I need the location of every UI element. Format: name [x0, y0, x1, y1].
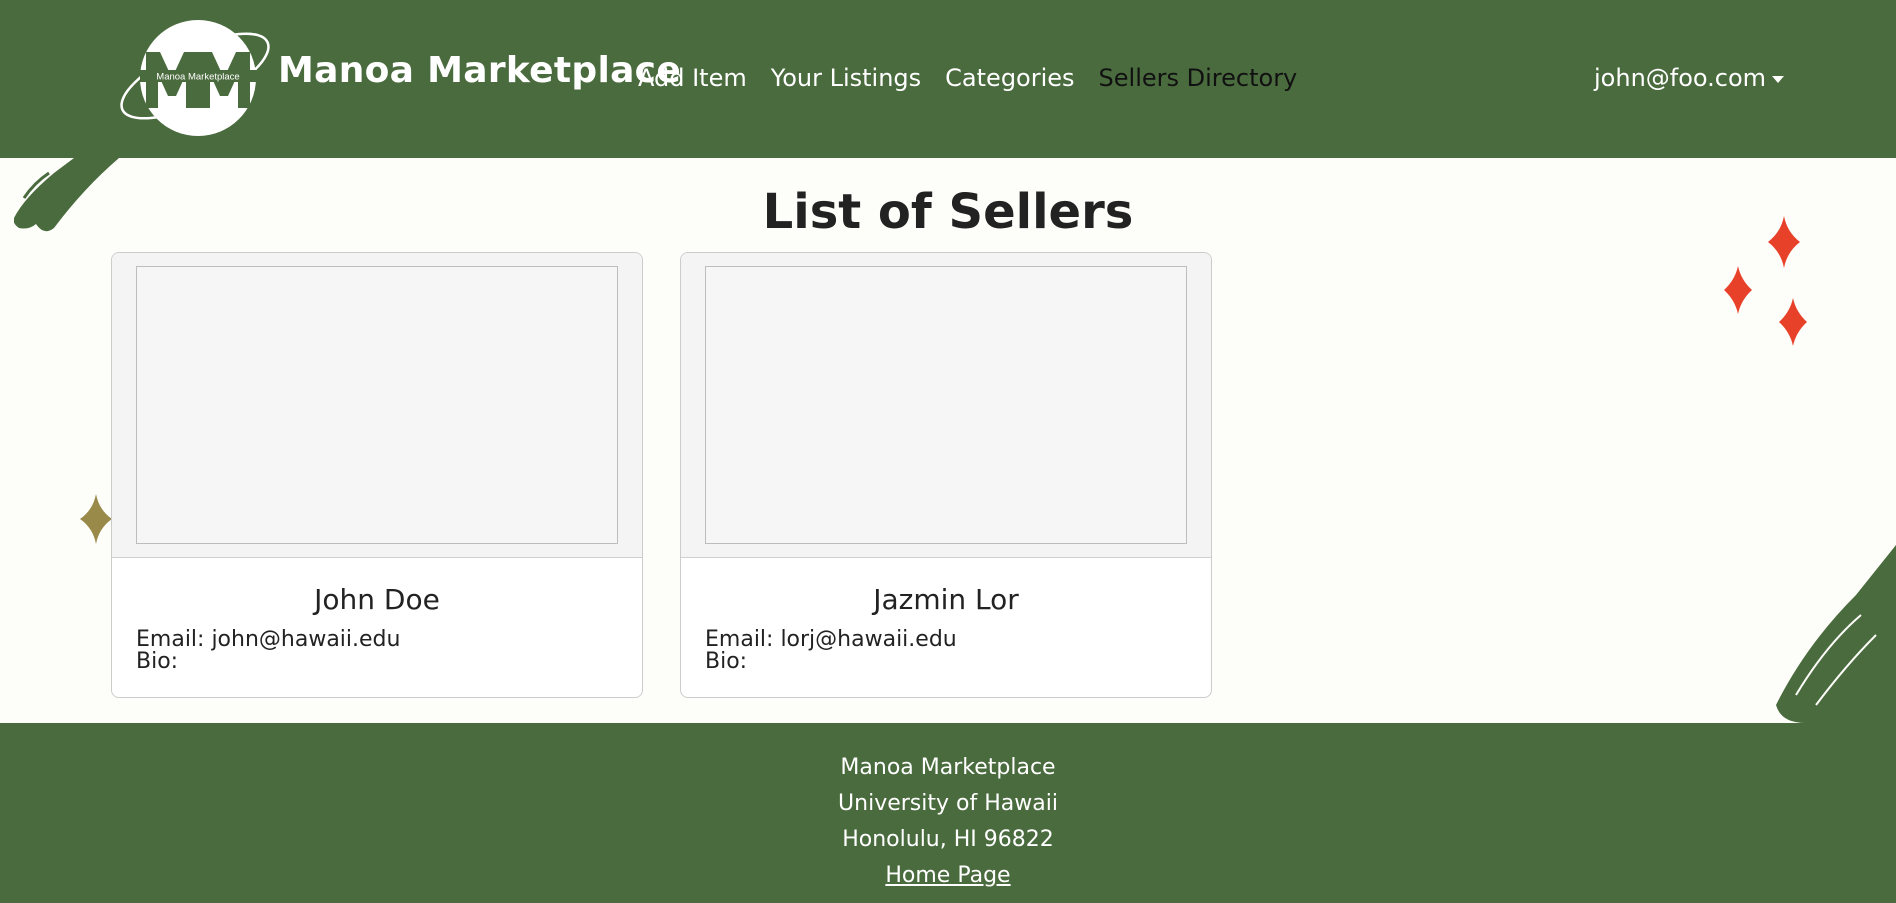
home-page-link[interactable]: Home Page — [885, 863, 1010, 888]
seller-image-placeholder — [136, 266, 618, 544]
brush-stroke-decoration — [1776, 545, 1896, 723]
sparkle-decoration — [80, 494, 112, 544]
manoa-marketplace-logo[interactable]: Manoa Marketplace — [110, 18, 280, 138]
card-image-area — [112, 253, 642, 558]
user-dropdown[interactable]: john@foo.com — [1594, 64, 1785, 92]
brand-name[interactable]: Manoa Marketplace — [278, 50, 681, 91]
user-email: john@foo.com — [1594, 64, 1767, 92]
caret-down-icon — [1772, 75, 1785, 83]
nav-categories[interactable]: Categories — [945, 64, 1074, 92]
nav-links: Add Item Your Listings Categories Seller… — [638, 64, 1321, 92]
svg-text:Manoa Marketplace: Manoa Marketplace — [156, 72, 239, 83]
nav-your-listings[interactable]: Your Listings — [771, 64, 921, 92]
page-title: List of Sellers — [762, 184, 1134, 240]
footer-brand: Manoa Marketplace — [840, 755, 1056, 780]
navbar: Manoa Marketplace Manoa Marketplace Add … — [0, 0, 1896, 158]
card-image-area — [681, 253, 1211, 558]
seller-image-placeholder — [705, 266, 1187, 544]
seller-bio: Bio: — [705, 649, 748, 674]
seller-card: John Doe Email: john@hawaii.edu Bio: — [111, 252, 643, 698]
footer: Manoa Marketplace University of Hawaii H… — [0, 723, 1896, 903]
seller-card: Jazmin Lor Email: lorj@hawaii.edu Bio: — [680, 252, 1212, 698]
footer-address: Honolulu, HI 96822 — [842, 827, 1054, 852]
seller-bio: Bio: — [136, 649, 179, 674]
nav-sellers-directory[interactable]: Sellers Directory — [1099, 64, 1298, 92]
nav-add-item[interactable]: Add Item — [638, 64, 747, 92]
footer-university: University of Hawaii — [838, 791, 1058, 816]
seller-name: Jazmin Lor — [873, 583, 1019, 616]
seller-name: John Doe — [314, 583, 440, 616]
